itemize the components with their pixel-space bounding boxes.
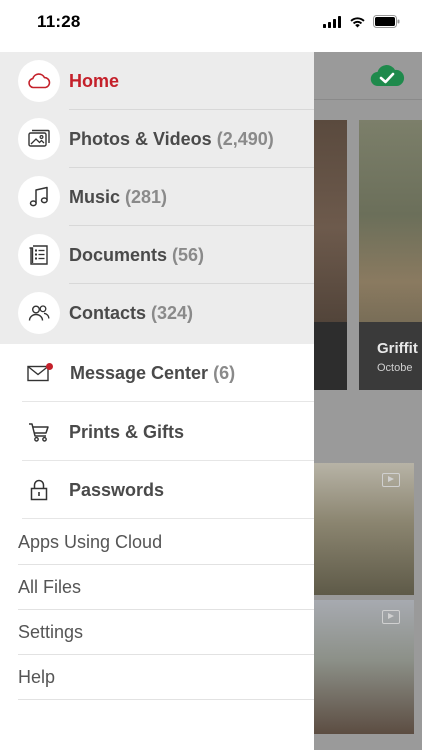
nav-item-contacts[interactable]: Contacts (324) xyxy=(0,284,314,342)
nav-item-prints-gifts[interactable]: Prints & Gifts xyxy=(0,403,314,461)
photos-icon xyxy=(28,129,50,147)
nav-icon-circle xyxy=(18,60,60,102)
nav-item-label: Photos & Videos (2,490) xyxy=(69,128,274,149)
nav-item-label: Message Center (6) xyxy=(70,362,236,383)
status-icons xyxy=(323,15,400,28)
nav-item-label: Documents (56) xyxy=(69,244,205,265)
nav-icon-circle xyxy=(18,118,60,160)
nav-item-label: Prints & Gifts xyxy=(69,421,185,442)
video-icon xyxy=(382,473,400,487)
music-icon xyxy=(29,186,48,207)
notification-badge xyxy=(46,363,53,370)
nav-icon xyxy=(22,415,56,449)
nav-item-label: All Files xyxy=(18,577,82,597)
story-card[interactable]: Griffit Octobe xyxy=(359,120,422,390)
header-divider xyxy=(314,99,422,100)
nav-item-label: Passwords xyxy=(69,479,165,500)
divider xyxy=(22,401,314,402)
nav-item-label: Music (281) xyxy=(69,186,168,207)
nav-item-apps-using-cloud[interactable]: Apps Using Cloud xyxy=(0,520,314,565)
lock-icon xyxy=(30,479,48,501)
nav-item-label: Contacts (324) xyxy=(69,302,194,323)
nav-item-help[interactable]: Help xyxy=(0,655,314,700)
nav-icon xyxy=(22,356,56,390)
nav-item-label: Help xyxy=(18,667,56,687)
nav-icon-circle xyxy=(18,234,60,276)
nav-item-all-files[interactable]: All Files xyxy=(0,565,314,610)
documents-icon xyxy=(29,245,48,265)
video-icon xyxy=(382,610,400,624)
status-bar: 11:28 xyxy=(0,0,422,52)
divider xyxy=(22,518,314,519)
wifi-icon xyxy=(350,16,365,27)
status-time: 11:28 xyxy=(37,12,81,31)
nav-icon-circle xyxy=(18,176,60,218)
photo-thumbnail[interactable] xyxy=(314,463,414,595)
divider xyxy=(18,699,314,700)
nav-item-settings[interactable]: Settings xyxy=(0,610,314,655)
photo-thumbnail[interactable] xyxy=(314,600,414,734)
nav-item-label: Settings xyxy=(18,622,84,642)
story-card-title: Griffit xyxy=(377,340,418,357)
nav-item-message-center[interactable]: Message Center (6) xyxy=(0,344,314,402)
cellular-signal-icon xyxy=(323,15,341,28)
contacts-icon xyxy=(28,305,50,321)
nav-item-documents[interactable]: Documents (56) xyxy=(0,226,314,284)
navigation-drawer: Home Photos & Videos (2,490) Music (281)… xyxy=(0,52,314,750)
nav-item-label: Home xyxy=(69,70,120,91)
story-card-date: Octobe xyxy=(377,362,413,374)
battery-icon xyxy=(373,15,400,28)
nav-item-home[interactable]: Home xyxy=(0,52,314,110)
nav-icon-circle xyxy=(18,292,60,334)
story-card[interactable] xyxy=(314,120,347,390)
nav-icon xyxy=(22,473,56,507)
nav-item-music[interactable]: Music (281) xyxy=(0,168,314,226)
cloud-sync-icon xyxy=(370,65,405,87)
nav-item-label: Apps Using Cloud xyxy=(18,532,163,552)
nav-item-photos-videos[interactable]: Photos & Videos (2,490) xyxy=(0,110,314,168)
cart-icon xyxy=(29,423,49,442)
background-content[interactable]: Griffit Octobe xyxy=(314,52,422,750)
cloud-icon xyxy=(28,73,51,89)
nav-item-passwords[interactable]: Passwords xyxy=(0,461,314,519)
